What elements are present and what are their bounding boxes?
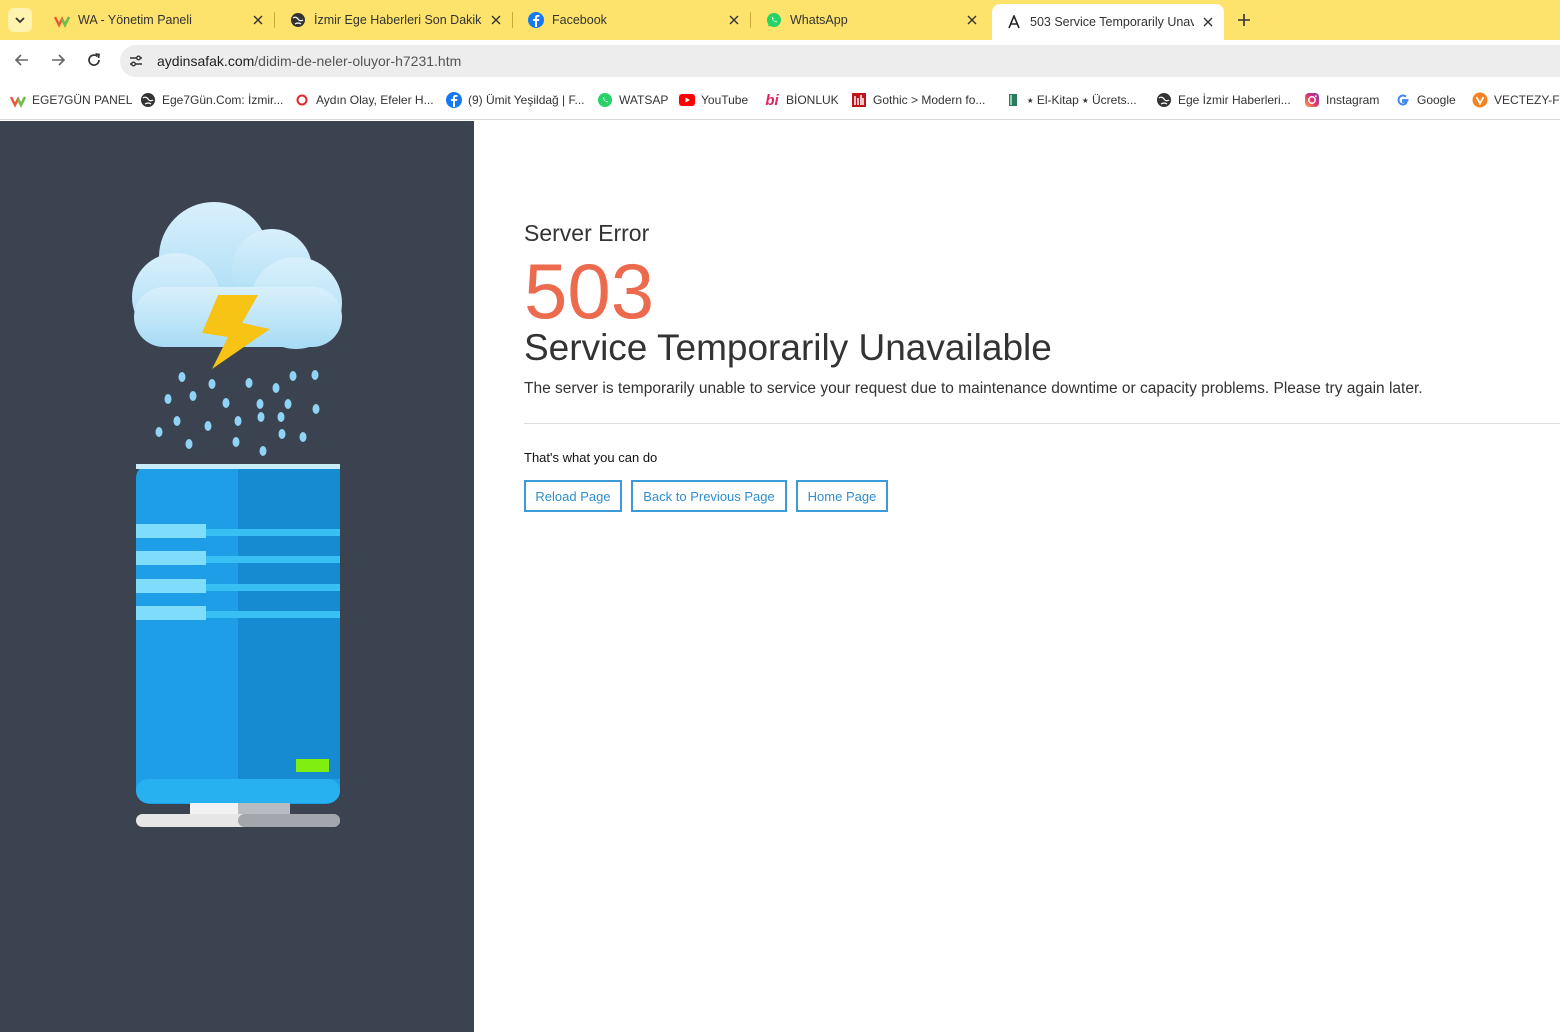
globe-icon xyxy=(1156,92,1172,108)
bookmark-ege7gun-panel[interactable]: EGE7GÜN PANEL xyxy=(10,91,132,109)
home-page-button[interactable]: Home Page xyxy=(796,480,888,512)
browser-toolbar: aydinsafak.com/didim-de-neler-oluyor-h72… xyxy=(0,40,1560,80)
tab-separator xyxy=(274,12,275,28)
tab-facebook[interactable]: Facebook xyxy=(514,4,750,36)
url-text: aydinsafak.com/didim-de-neler-oluyor-h72… xyxy=(157,53,461,69)
tab-separator xyxy=(512,12,513,28)
error-description: The server is temporarily unable to serv… xyxy=(524,380,1423,397)
bookmark-label: BİONLUK xyxy=(786,93,839,107)
bookmark-label: Gothic > Modern fo... xyxy=(873,93,986,107)
bookmark-label: Ege İzmir Haberleri... xyxy=(1178,93,1291,107)
server-rain-illustration xyxy=(132,202,342,827)
bookmark-instagram[interactable]: Instagram xyxy=(1304,91,1379,109)
red-circle-icon xyxy=(294,92,310,108)
bookmark-watsap[interactable]: WATSAP xyxy=(597,91,668,109)
url-path: /didim-de-neler-oluyor-h7231.htm xyxy=(254,53,462,69)
error-headline: Service Temporarily Unavailable xyxy=(524,327,1052,368)
facebook-icon xyxy=(446,92,462,108)
bookmark-label: Aydın Olay, Efeler H... xyxy=(316,93,434,107)
back-to-previous-page-button[interactable]: Back to Previous Page xyxy=(631,480,787,512)
divider xyxy=(524,423,1560,424)
arrow-right-icon xyxy=(52,54,66,66)
wa-panel-favicon xyxy=(54,12,70,28)
bookmark-label: WATSAP xyxy=(619,93,669,107)
globe-icon xyxy=(140,92,156,108)
close-icon[interactable] xyxy=(488,12,504,28)
bookmark-label: EGE7GÜN PANEL xyxy=(32,93,133,107)
bookmark-label: VECTEZY-FREE xyxy=(1494,93,1560,107)
tab-whatsapp[interactable]: WhatsApp xyxy=(752,4,988,36)
bionluk-icon: bi xyxy=(765,91,779,109)
whatsapp-icon xyxy=(597,92,613,108)
tab-title: İzmir Ege Haberleri Son Dakika xyxy=(314,13,482,27)
bookmark-label: (9) Ümit Yeşildağ | F... xyxy=(468,93,585,107)
bookmark-label: Instagram xyxy=(1326,93,1380,107)
illustration-panel xyxy=(0,121,474,1032)
tab-503-active[interactable]: 503 Service Temporarily Unavailable xyxy=(992,4,1224,40)
raindrops xyxy=(155,370,320,456)
wa-panel-favicon xyxy=(10,92,26,108)
bookmarks-bar: EGE7GÜN PANEL Ege7Gün.Com: İzmir... Aydı… xyxy=(0,80,1560,120)
bookmark-aydin-olay[interactable]: Aydın Olay, Efeler H... xyxy=(294,91,434,109)
youtube-icon xyxy=(679,92,695,108)
tab-strip: WA - Yönetim Paneli İzmir Ege Haberleri … xyxy=(0,0,1560,40)
close-icon[interactable] xyxy=(964,12,980,28)
reload-icon xyxy=(88,53,100,66)
gothic-icon xyxy=(851,92,867,108)
bookmark-bionluk[interactable]: bi BİONLUK xyxy=(764,91,839,109)
tab-title: 503 Service Temporarily Unavailable xyxy=(1030,15,1194,29)
error-content: Server Error 503 Service Temporarily Una… xyxy=(524,121,1560,1032)
server-tower-icon xyxy=(136,464,340,827)
page-viewport: Server Error 503 Service Temporarily Una… xyxy=(0,121,1560,1032)
actions-heading: That's what you can do xyxy=(524,450,658,465)
book-icon xyxy=(1005,92,1021,108)
globe-icon xyxy=(290,12,306,28)
bookmark-label: YouTube xyxy=(701,93,749,107)
tab-title: Facebook xyxy=(552,13,607,27)
tab-search-button[interactable] xyxy=(8,8,32,32)
tab-wa-panel[interactable]: WA - Yönetim Paneli xyxy=(40,4,274,36)
bookmark-ege-izmir[interactable]: Ege İzmir Haberleri... xyxy=(1156,91,1291,109)
bookmark-ege7gun-com[interactable]: Ege7Gün.Com: İzmir... xyxy=(140,91,283,109)
bookmark-label: Ege7Gün.Com: İzmir... xyxy=(162,93,284,107)
reload-page-button[interactable]: Reload Page xyxy=(524,480,622,512)
url-host: aydinsafak.com xyxy=(157,53,255,69)
google-icon xyxy=(1395,92,1411,108)
reload-button[interactable] xyxy=(82,48,106,72)
address-bar[interactable]: aydinsafak.com/didim-de-neler-oluyor-h72… xyxy=(120,45,1560,77)
bookmark-gothic[interactable]: Gothic > Modern fo... xyxy=(851,91,985,109)
tab-separator xyxy=(750,12,751,28)
plus-icon xyxy=(1238,14,1250,26)
error-code: 503 xyxy=(524,247,655,335)
close-icon[interactable] xyxy=(250,12,266,28)
back-button[interactable] xyxy=(10,48,34,72)
bookmark-label: Google xyxy=(1417,93,1456,107)
bookmark-vecteezy[interactable]: VECTEZY-FREE xyxy=(1472,91,1560,109)
site-a-icon xyxy=(1006,14,1022,30)
close-icon[interactable] xyxy=(1200,14,1216,30)
forward-button[interactable] xyxy=(46,48,70,72)
bookmark-el-kitap[interactable]: ⭑ El-Kitap ⭑ Ücrets... xyxy=(1005,91,1137,109)
bookmark-google[interactable]: Google xyxy=(1395,91,1456,109)
new-tab-button[interactable] xyxy=(1232,8,1256,32)
vecteezy-icon xyxy=(1472,92,1488,108)
bookmark-umit-yesildag[interactable]: (9) Ümit Yeşildağ | F... xyxy=(446,91,585,109)
tab-title: WA - Yönetim Paneli xyxy=(78,13,192,27)
bookmark-youtube[interactable]: YouTube xyxy=(679,91,748,109)
instagram-icon xyxy=(1304,92,1320,108)
chevron-down-icon xyxy=(15,17,25,24)
close-icon[interactable] xyxy=(726,12,742,28)
tab-izmir-ege[interactable]: İzmir Ege Haberleri Son Dakika xyxy=(276,4,512,36)
tab-title: WhatsApp xyxy=(790,13,848,27)
bookmark-label: ⭑ El-Kitap ⭑ Ücrets... xyxy=(1027,92,1137,107)
whatsapp-icon xyxy=(766,12,782,28)
site-settings-icon[interactable] xyxy=(128,53,144,69)
facebook-icon xyxy=(528,12,544,28)
arrow-left-icon xyxy=(14,54,28,66)
server-error-label: Server Error xyxy=(524,220,650,246)
